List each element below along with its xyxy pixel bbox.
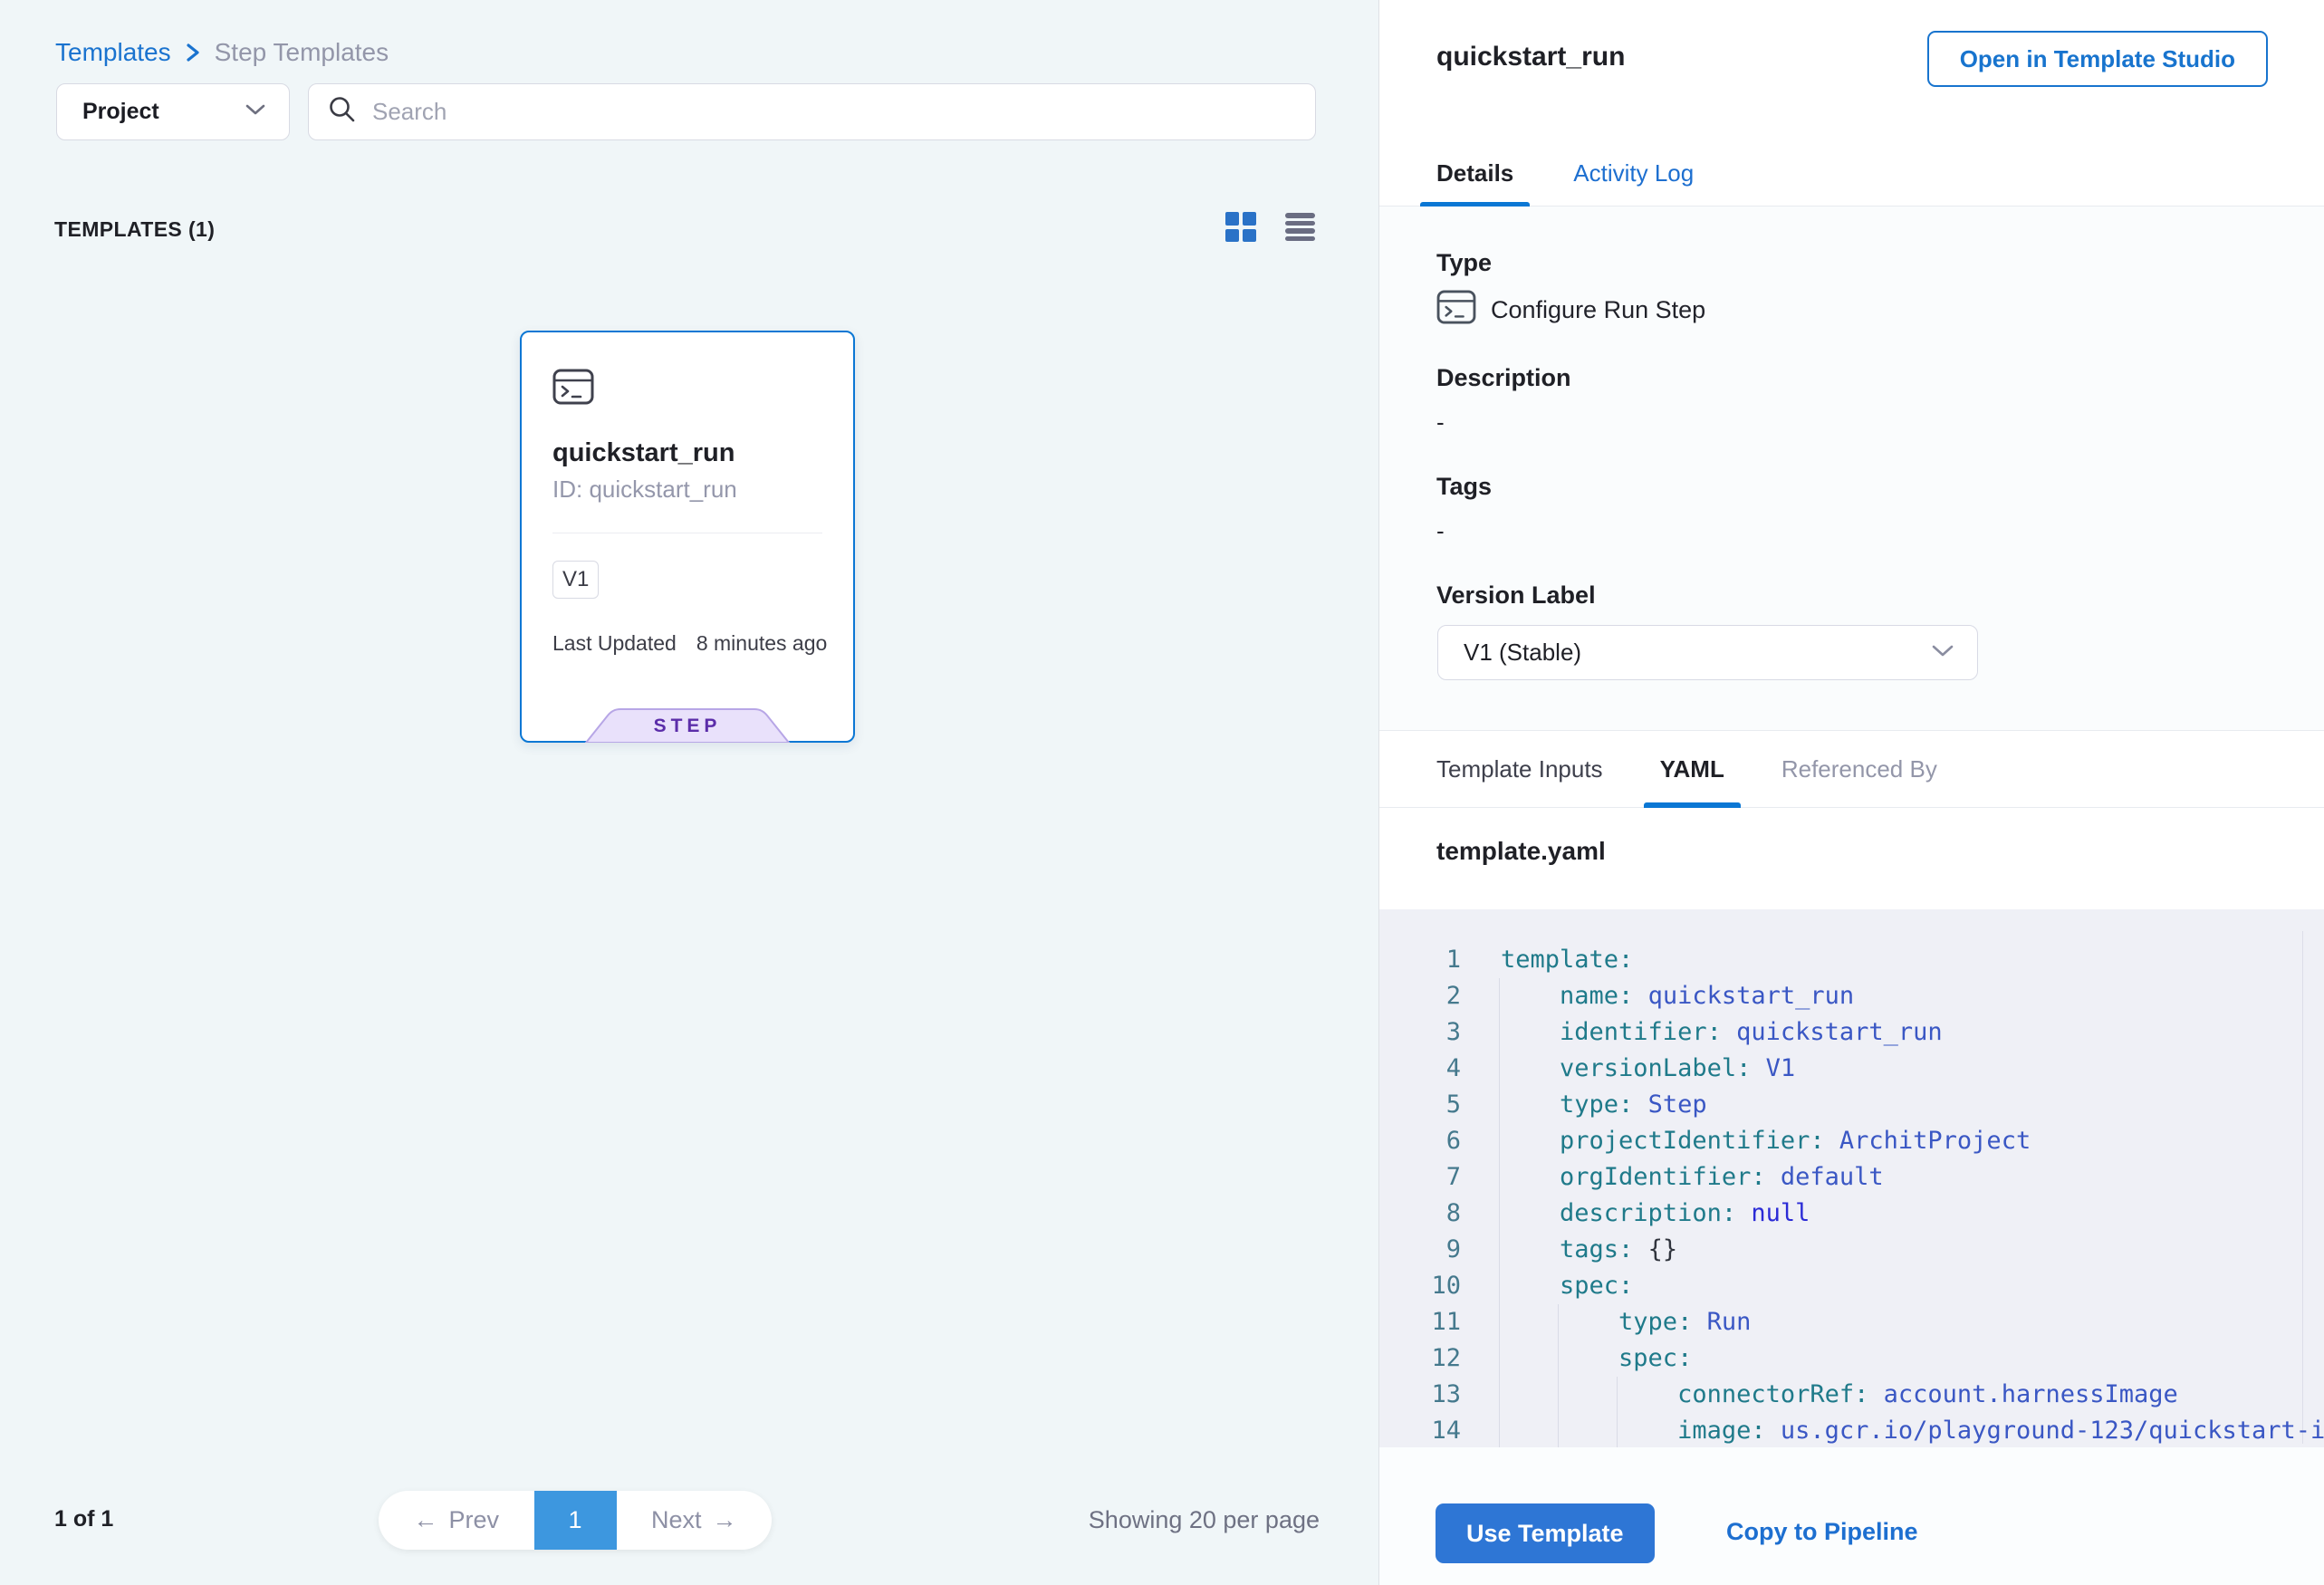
step-badge-label: STEP: [584, 716, 791, 737]
template-card-title: quickstart_run: [552, 438, 735, 468]
per-page-summary: Showing 20 per page: [1089, 1506, 1320, 1534]
terminal-icon: [552, 369, 594, 409]
type-value: Configure Run Step: [1491, 296, 1705, 324]
tab-yaml[interactable]: YAML: [1644, 730, 1741, 808]
card-last-updated: Last Updated 8 minutes ago: [552, 631, 827, 656]
templates-count-header: TEMPLATES (1): [54, 217, 215, 242]
yaml-line: 4 versionLabel: V1: [1379, 1051, 2324, 1087]
arrow-right-icon: →: [713, 1506, 737, 1534]
yaml-line: 11 type: Run: [1379, 1304, 2324, 1340]
chevron-down-icon: [244, 102, 267, 121]
breadcrumb-templates-link[interactable]: Templates: [55, 38, 171, 67]
yaml-line: 5 type: Step: [1379, 1087, 2324, 1123]
version-select-value: V1 (Stable): [1464, 639, 1581, 667]
yaml-line: 12 spec:: [1379, 1340, 2324, 1377]
yaml-line: 10 spec:: [1379, 1268, 2324, 1304]
tab-activity-log[interactable]: Activity Log: [1557, 140, 1710, 207]
arrow-left-icon: ←: [413, 1506, 437, 1534]
description-label: Description: [1436, 364, 1571, 392]
search-input[interactable]: [372, 98, 1297, 126]
yaml-line: 14 image: us.gcr.io/playground-123/quick…: [1379, 1413, 2324, 1447]
tab-details[interactable]: Details: [1420, 140, 1530, 207]
pagination: ← Prev 1 Next →: [379, 1491, 772, 1550]
chevron-down-icon: [1930, 643, 1955, 663]
yaml-line: 9 tags: {}: [1379, 1232, 2324, 1268]
search-icon: [327, 94, 358, 130]
next-label: Next: [651, 1506, 702, 1534]
open-in-template-studio-button[interactable]: Open in Template Studio: [1927, 31, 2268, 87]
yaml-line: 6 projectIdentifier: ArchitProject: [1379, 1123, 2324, 1159]
last-updated-value: 8 minutes ago: [696, 631, 827, 656]
tags-label: Tags: [1436, 473, 1492, 501]
yaml-line: 8 description: null: [1379, 1196, 2324, 1232]
version-label: Version Label: [1436, 581, 1596, 610]
list-view-icon[interactable]: [1285, 213, 1315, 241]
yaml-code-lines: 1template: 2 name: quickstart_run 3 iden…: [1379, 942, 2324, 1447]
prev-page-button[interactable]: ← Prev: [379, 1491, 534, 1550]
search-box: [308, 83, 1316, 140]
details-title: quickstart_run: [1436, 42, 1625, 72]
template-card-id: ID: quickstart_run: [552, 476, 737, 504]
yaml-filename: template.yaml: [1436, 837, 1606, 866]
version-chip: V1: [552, 561, 599, 599]
scope-select[interactable]: Project: [56, 83, 290, 140]
breadcrumb-chevron-icon: [184, 40, 202, 65]
grid-view-icon[interactable]: [1225, 212, 1256, 242]
details-header: quickstart_run Open in Template Studio: [1379, 0, 2324, 140]
details-section: Type Configure Run Step Description - Ta…: [1379, 207, 2324, 730]
yaml-code-editor[interactable]: 1template: 2 name: quickstart_run 3 iden…: [1379, 909, 2324, 1447]
copy-to-pipeline-link[interactable]: Copy to Pipeline: [1726, 1518, 1918, 1546]
breadcrumb-current: Step Templates: [215, 38, 389, 67]
tab-template-inputs[interactable]: Template Inputs: [1420, 730, 1619, 808]
page-summary: 1 of 1: [54, 1506, 113, 1532]
prev-label: Prev: [448, 1506, 499, 1534]
type-label: Type: [1436, 249, 1492, 277]
version-select[interactable]: V1 (Stable): [1437, 625, 1978, 680]
description-value: -: [1436, 408, 1445, 437]
step-type-badge: STEP: [584, 708, 791, 743]
current-page-button[interactable]: 1: [534, 1491, 617, 1550]
last-updated-label: Last Updated: [552, 631, 677, 656]
tab-referenced-by[interactable]: Referenced By: [1765, 730, 1954, 808]
templates-list-panel: Templates Step Templates Project TEMPLAT…: [0, 0, 1378, 1585]
type-value-row: Configure Run Step: [1436, 290, 1705, 331]
yaml-line: 2 name: quickstart_run: [1379, 978, 2324, 1014]
breadcrumb: Templates Step Templates: [55, 38, 389, 67]
tags-value: -: [1436, 517, 1445, 545]
template-card[interactable]: quickstart_run ID: quickstart_run V1 Las…: [520, 331, 855, 743]
yaml-line: 13 connectorRef: account.harnessImage: [1379, 1377, 2324, 1413]
details-footer: Use Template Copy to Pipeline: [1379, 1447, 2324, 1585]
yaml-line: 7 orgIdentifier: default: [1379, 1159, 2324, 1196]
yaml-line: 1template:: [1379, 942, 2324, 978]
yaml-line: 3 identifier: quickstart_run: [1379, 1014, 2324, 1051]
view-toggles: [1225, 212, 1315, 242]
details-tab-bar: Details Activity Log: [1379, 140, 2324, 207]
next-page-button[interactable]: Next →: [617, 1491, 773, 1550]
content-tab-bar: Template Inputs YAML Referenced By: [1379, 730, 2324, 808]
template-details-panel: quickstart_run Open in Template Studio D…: [1378, 0, 2324, 1585]
yaml-file-header: template.yaml: [1379, 808, 2324, 909]
terminal-icon: [1436, 290, 1476, 331]
scope-select-label: Project: [82, 99, 159, 125]
use-template-button[interactable]: Use Template: [1436, 1503, 1655, 1563]
